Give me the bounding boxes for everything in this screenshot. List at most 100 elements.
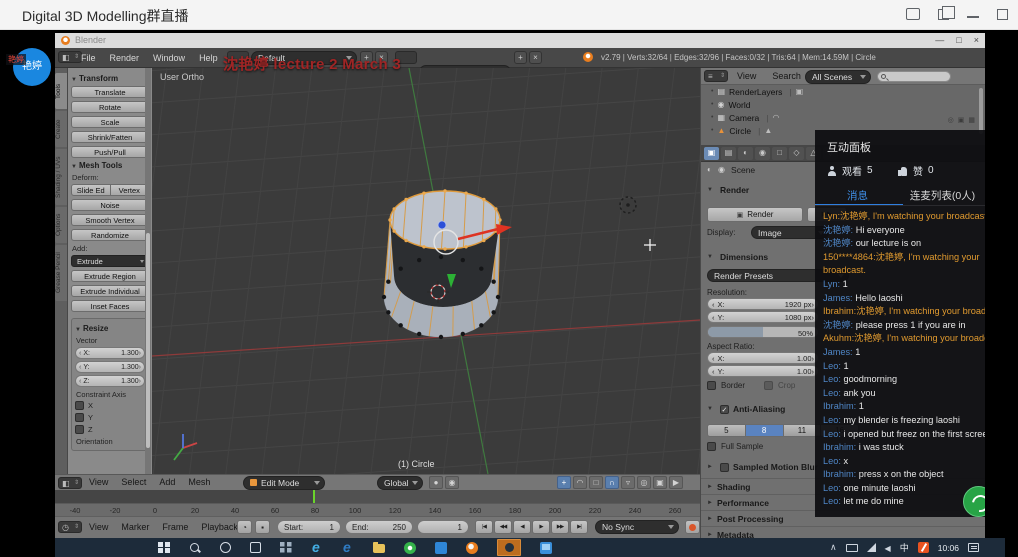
tray-expand-icon[interactable] (830, 542, 837, 553)
editor-type-3dview-icon[interactable]: ◧ (58, 477, 82, 489)
jump-to-start-button[interactable]: |◀ (475, 520, 493, 534)
taskbar-tv-icon[interactable] (540, 542, 552, 554)
taskbar-cortana-icon[interactable] (220, 542, 231, 553)
panel-resize[interactable]: ▼Resize (75, 324, 145, 333)
snap-magnet-icon[interactable]: ∩ (605, 476, 619, 489)
tl-menu-frame[interactable]: Frame (162, 522, 188, 532)
viewport-canvas[interactable] (152, 68, 700, 474)
proportional-edit-icon[interactable]: ◎ (637, 476, 651, 489)
timeline-band[interactable] (55, 490, 700, 503)
tool-button-smooth-vertex[interactable]: Smooth Vertex (71, 214, 149, 226)
mode-selector[interactable]: Edit Mode (243, 476, 325, 490)
taskbar-start-icon[interactable] (158, 542, 170, 554)
tray-notifications-icon[interactable] (968, 543, 979, 552)
pivot-center-icon[interactable]: ◉ (445, 476, 459, 489)
resolution-field-y[interactable]: ‹Y:1080 px› (707, 311, 819, 323)
taskbar-explorer-icon[interactable] (373, 544, 385, 553)
tl-menu-view[interactable]: View (89, 522, 108, 532)
end-frame-field[interactable]: End:250 (345, 520, 413, 534)
aa-sample-5[interactable]: 5 (707, 424, 746, 437)
aspect-field-x[interactable]: ‹X:1.00› (707, 352, 819, 364)
tool-button-inset-faces[interactable]: Inset Faces (71, 300, 149, 312)
constraint-axis-z[interactable]: Z (75, 425, 145, 434)
jump-to-prev-keyframe-button[interactable]: ◀◀ (494, 520, 512, 534)
shading-sphere-icon[interactable]: ● (429, 476, 443, 489)
play-reverse-button[interactable]: ◀ (513, 520, 531, 534)
scene-add-button[interactable]: + (514, 51, 527, 64)
vp-menu-select[interactable]: Select (121, 477, 146, 487)
increment-icon[interactable]: › (139, 364, 141, 371)
taskbar-app-green-icon[interactable] (404, 542, 416, 554)
border-checkbox[interactable] (707, 381, 716, 390)
tool-button-shrink-fatten[interactable]: Shrink/Fatten (71, 131, 149, 143)
tray-app-red-icon[interactable] (918, 542, 929, 553)
decrement-icon[interactable]: ‹ (79, 350, 81, 357)
tool-button-translate[interactable]: Translate (71, 86, 149, 98)
tool-tab-tools[interactable]: Tools (55, 73, 67, 109)
jump-to-next-keyframe-button[interactable]: ▶▶ (551, 520, 569, 534)
vector-field-x[interactable]: ‹X:1.300› (75, 347, 145, 359)
viewport-3d[interactable]: User Ortho (1) Circle (152, 68, 700, 474)
tray-network-icon[interactable] (867, 543, 876, 552)
tray-volume-icon[interactable] (885, 543, 891, 553)
taskbar-task-view-icon[interactable] (250, 542, 261, 553)
shelf-scrollbar[interactable] (146, 233, 150, 448)
tray-time-icon[interactable]: 10:06 (938, 543, 959, 553)
tool-tab-create[interactable]: Create (55, 111, 67, 147)
tool-button-vertex[interactable]: Vertex (111, 184, 150, 196)
tool-tab-grease-pencil[interactable]: Grease Pencil (55, 245, 67, 301)
manipulator-rotate-icon[interactable]: ◠ (573, 476, 587, 489)
render-button[interactable]: ▣Render (707, 207, 803, 222)
popout-icon[interactable] (938, 9, 949, 20)
resolution-percentage-slider[interactable]: 50% (707, 326, 819, 338)
play-button[interactable]: ▶ (532, 520, 550, 534)
tool-button-rotate[interactable]: Rotate (71, 101, 149, 113)
full-sample-checkbox[interactable] (707, 442, 716, 451)
taskbar-search-icon[interactable] (189, 542, 201, 554)
resolution-field-x[interactable]: ‹X:1920 px› (707, 298, 819, 310)
constraint-axis-y[interactable]: Y (75, 413, 145, 422)
opengl-render-icon[interactable]: ▣ (653, 476, 667, 489)
orientation-selector[interactable]: Global (377, 476, 423, 490)
minimize-icon[interactable] (967, 16, 979, 18)
increment-icon[interactable]: › (139, 378, 141, 385)
editor-type-timeline-icon[interactable]: ◷ (58, 521, 82, 533)
tool-button-randomize[interactable]: Randomize (71, 229, 149, 241)
aa-sample-8[interactable]: 8 (746, 424, 784, 437)
tl-menu-playback[interactable]: Playback (201, 522, 238, 532)
extrude-dropdown[interactable]: Extrude (71, 255, 149, 267)
blender-close-button[interactable]: × (974, 33, 979, 48)
aa-checkbox[interactable] (720, 405, 729, 414)
blender-maximize-button[interactable]: □ (956, 33, 961, 48)
checkbox-icon[interactable] (75, 425, 84, 434)
checkbox-icon[interactable] (75, 401, 84, 410)
opengl-render-anim-icon[interactable]: ▶ (669, 476, 683, 489)
tl-menu-marker[interactable]: Marker (121, 522, 149, 532)
aspect-field-y[interactable]: ‹Y:1.00› (707, 365, 819, 377)
cylinder-mesh[interactable] (382, 189, 502, 339)
taskbar-store-icon[interactable] (435, 542, 447, 554)
tray-laptop-icon[interactable] (846, 544, 858, 552)
tool-button-scale[interactable]: Scale (71, 116, 149, 128)
vp-menu-mesh[interactable]: Mesh (188, 477, 210, 487)
menu-render[interactable]: Render (110, 53, 140, 63)
taskbar-apps-grid-icon[interactable] (280, 542, 292, 554)
panel-mesh-tools[interactable]: ▼Mesh Tools (71, 161, 149, 170)
taskbar-blender-icon[interactable] (466, 542, 478, 554)
taskbar-streaming-active-icon[interactable] (497, 539, 521, 556)
sync-selector[interactable]: No Sync (595, 520, 679, 534)
motion-blur-checkbox[interactable] (720, 463, 729, 472)
vp-menu-add[interactable]: Add (159, 477, 175, 487)
decrement-icon[interactable]: ‹ (79, 364, 81, 371)
tool-tab-shading-uvs[interactable]: Shading / UVs (55, 149, 67, 205)
scene-delete-button[interactable]: × (529, 51, 542, 64)
start-frame-field[interactable]: Start:1 (277, 520, 341, 534)
jump-to-end-button[interactable]: ▶| (570, 520, 588, 534)
vp-menu-view[interactable]: View (89, 477, 108, 487)
tab-mic-list[interactable]: 连麦列表(0人) (900, 188, 985, 206)
record-button[interactable] (685, 520, 700, 534)
current-frame-field[interactable]: 1 (417, 520, 469, 534)
cast-icon[interactable] (906, 8, 920, 20)
taskbar-edge-icon[interactable] (342, 542, 354, 554)
checkbox-icon[interactable] (75, 413, 84, 422)
